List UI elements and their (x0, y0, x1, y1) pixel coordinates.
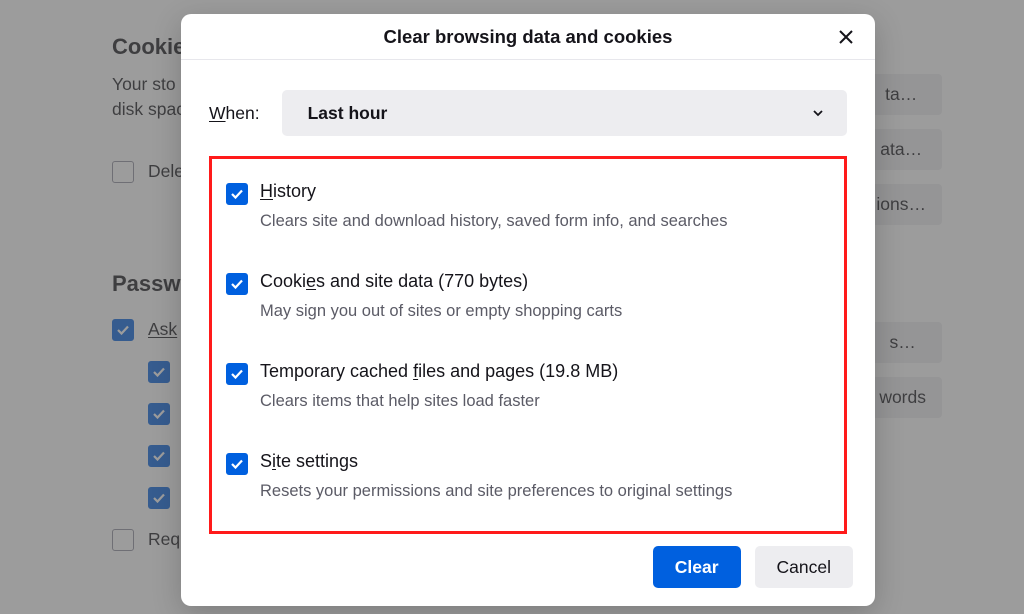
option-cache-checkbox[interactable] (226, 363, 248, 385)
option-cookies-label: Cookies and site data (770 bytes) (260, 271, 622, 292)
when-value: Last hour (308, 103, 388, 124)
option-history-desc: Clears site and download history, saved … (260, 212, 727, 231)
dialog-footer: Clear Cancel (181, 534, 875, 606)
clear-button[interactable]: Clear (653, 546, 741, 588)
option-cookies-desc: May sign you out of sites or empty shopp… (260, 302, 622, 321)
option-history-checkbox[interactable] (226, 183, 248, 205)
clear-data-dialog: Clear browsing data and cookies When: La… (181, 14, 875, 606)
dialog-header: Clear browsing data and cookies (181, 14, 875, 60)
when-select[interactable]: Last hour (282, 90, 847, 136)
close-icon (838, 29, 854, 45)
when-label: When: (209, 103, 260, 124)
option-site-settings: Site settings Resets your permissions an… (226, 445, 830, 507)
option-cookies-checkbox[interactable] (226, 273, 248, 295)
option-cache: Temporary cached files and pages (19.8 M… (226, 355, 830, 445)
option-site-settings-label: Site settings (260, 451, 732, 472)
option-history-label: History (260, 181, 727, 202)
option-history: History Clears site and download history… (226, 175, 830, 265)
dialog-body: When: Last hour History Clears site and … (181, 60, 875, 534)
option-site-settings-desc: Resets your permissions and site prefere… (260, 482, 732, 501)
dialog-title: Clear browsing data and cookies (384, 26, 673, 48)
option-site-settings-checkbox[interactable] (226, 453, 248, 475)
options-highlight-box: History Clears site and download history… (209, 156, 847, 534)
cancel-button[interactable]: Cancel (755, 546, 853, 588)
close-button[interactable] (831, 22, 861, 52)
when-row: When: Last hour (209, 90, 847, 136)
option-cache-label: Temporary cached files and pages (19.8 M… (260, 361, 618, 382)
chevron-down-icon (811, 106, 825, 120)
option-cache-desc: Clears items that help sites load faster (260, 392, 618, 411)
option-cookies: Cookies and site data (770 bytes) May si… (226, 265, 830, 355)
